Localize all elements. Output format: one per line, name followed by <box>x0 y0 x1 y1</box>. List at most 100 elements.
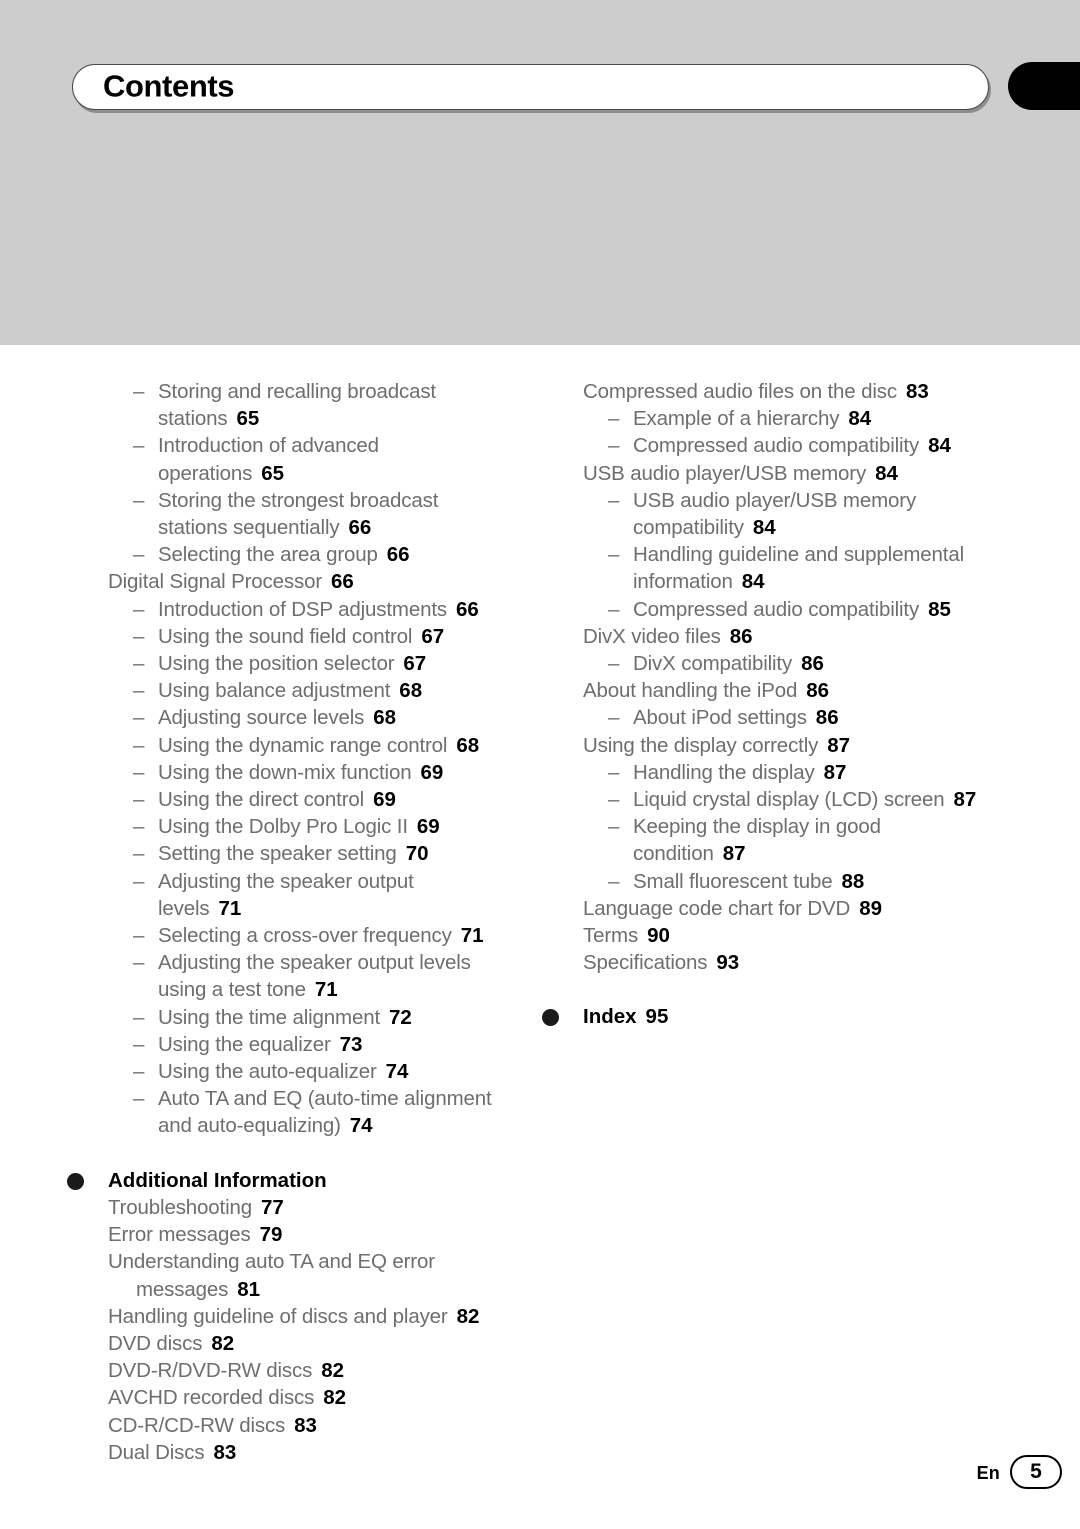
toc-entry-label: Setting the speaker setting <box>158 842 397 866</box>
toc-entry[interactable]: information 84 <box>583 568 1013 595</box>
toc-entry-page-number: 71 <box>460 924 484 948</box>
toc-entry[interactable]: CD-R/CD-RW discs 83 <box>108 1412 528 1439</box>
toc-entry[interactable]: – Adjusting the speaker output <box>108 868 528 895</box>
toc-entry[interactable]: – Introduction of advanced <box>108 432 528 459</box>
toc-entry-page-number: 82 <box>321 1359 345 1383</box>
toc-entry[interactable]: Specifications 93 <box>583 949 1013 976</box>
toc-entry-label: Liquid crystal display (LCD) screen <box>633 788 945 812</box>
toc-entry-label: Digital Signal Processor <box>108 570 323 594</box>
toc-entry[interactable]: – Liquid crystal display (LCD) screen 87 <box>583 786 1013 813</box>
toc-entry[interactable]: Compressed audio files on the disc 83 <box>583 378 1013 405</box>
toc-entry-page-number: 84 <box>848 407 872 431</box>
toc-entry-label: Keeping the display in good <box>633 815 881 839</box>
toc-entry[interactable]: – Adjusting source levels 68 <box>108 704 528 731</box>
dash-icon: – <box>608 652 620 676</box>
toc-entry-page-number: 83 <box>905 380 929 403</box>
toc-entry-label: Example of a hierarchy <box>633 407 840 431</box>
toc-entry[interactable]: AVCHD recorded discs 82 <box>108 1384 528 1411</box>
toc-entry[interactable]: – Small fluorescent tube 88 <box>583 868 1013 895</box>
toc-entry[interactable]: – Handling guideline and supplemental <box>583 541 1013 568</box>
toc-entry[interactable]: messages 81 <box>108 1276 528 1303</box>
toc-entry-label: and auto-equalizing) <box>158 1114 341 1138</box>
toc-entry[interactable]: stations 65 <box>108 405 528 432</box>
toc-entry[interactable]: – Compressed audio compatibility 84 <box>583 432 1013 459</box>
toc-entry[interactable]: DVD-R/DVD-RW discs 82 <box>108 1357 528 1384</box>
toc-entry[interactable]: and auto-equalizing) 74 <box>108 1112 528 1139</box>
toc-entry-label: Language code chart for DVD <box>583 896 851 920</box>
toc-entry[interactable]: – Selecting a cross-over frequency 71 <box>108 922 528 949</box>
dash-icon: – <box>133 679 145 703</box>
dash-icon: – <box>608 815 620 839</box>
toc-entry[interactable]: compatibility 84 <box>583 514 1013 541</box>
toc-entry[interactable]: – Compressed audio compatibility 85 <box>583 596 1013 623</box>
toc-entry[interactable]: – Using the equalizer 73 <box>108 1031 528 1058</box>
toc-entry-label: USB audio player/USB memory <box>583 461 867 485</box>
dash-icon: – <box>133 706 145 730</box>
toc-entry-page-number: 84 <box>928 434 951 458</box>
toc-entry[interactable]: Using the display correctly 87 <box>583 732 1013 759</box>
toc-entry-page-number: 82 <box>211 1331 235 1355</box>
toc-entry-label: About iPod settings <box>633 706 807 730</box>
toc-entry-label: Using the down-mix function <box>158 760 412 784</box>
toc-entry[interactable]: – Using the auto-equalizer 74 <box>108 1058 528 1085</box>
toc-entry[interactable]: USB audio player/USB memory 84 <box>583 460 1013 487</box>
toc-entry-label: Using the display correctly <box>583 733 819 757</box>
toc-entry[interactable]: – USB audio player/USB memory <box>583 487 1013 514</box>
toc-entry[interactable]: About handling the iPod 86 <box>583 677 1013 704</box>
toc-entry[interactable]: – Selecting the area group 66 <box>108 541 528 568</box>
toc-entry[interactable]: – Introduction of DSP adjustments 66 <box>108 596 528 623</box>
toc-entry[interactable]: – Using the down-mix function 69 <box>108 759 528 786</box>
toc-entry[interactable]: stations sequentially 66 <box>108 514 528 541</box>
toc-entry[interactable]: Troubleshooting 77 <box>108 1194 528 1221</box>
toc-entry[interactable]: Language code chart for DVD 89 <box>583 895 1013 922</box>
dash-icon: – <box>133 488 145 512</box>
toc-entry-page-number: 86 <box>806 679 830 703</box>
toc-entry[interactable]: – DivX compatibility 86 <box>583 650 1013 677</box>
section-heading-additional-information: Additional Information <box>67 1167 528 1194</box>
toc-entry[interactable]: – Using balance adjustment 68 <box>108 677 528 704</box>
toc-entry[interactable]: – Example of a hierarchy 84 <box>583 405 1013 432</box>
toc-entry[interactable]: – Using the Dolby Pro Logic II 69 <box>108 813 528 840</box>
toc-entry[interactable]: Handling guideline of discs and player 82 <box>108 1303 528 1330</box>
toc-entry-label: About handling the iPod <box>583 679 798 703</box>
toc-entry[interactable]: Error messages 79 <box>108 1221 528 1248</box>
toc-entry[interactable]: Terms 90 <box>583 922 1013 949</box>
toc-entry-page-number: 66 <box>348 516 372 540</box>
toc-entry[interactable]: – Using the position selector 67 <box>108 650 528 677</box>
toc-entry[interactable]: – Adjusting the speaker output levels <box>108 949 528 976</box>
toc-entry[interactable]: – Storing and recalling broadcast <box>108 378 528 405</box>
dash-icon: – <box>608 788 620 812</box>
toc-entry[interactable]: – About iPod settings 86 <box>583 704 1013 731</box>
dash-icon: – <box>608 488 620 512</box>
toc-entry[interactable]: condition 87 <box>583 840 1013 867</box>
dash-icon: – <box>133 924 145 948</box>
toc-entry[interactable]: Understanding auto TA and EQ error <box>108 1248 528 1275</box>
toc-entry[interactable]: – Handling the display 87 <box>583 759 1013 786</box>
toc-entry[interactable]: – Keeping the display in good <box>583 813 1013 840</box>
toc-entry[interactable]: Digital Signal Processor 66 <box>108 568 528 595</box>
toc-entry[interactable]: using a test tone 71 <box>108 976 528 1003</box>
toc-entry[interactable]: – Using the direct control 69 <box>108 786 528 813</box>
toc-entry[interactable]: DivX video files 86 <box>583 623 1013 650</box>
toc-entry[interactable]: DVD discs 82 <box>108 1330 528 1357</box>
toc-entry[interactable]: – Storing the strongest broadcast <box>108 487 528 514</box>
toc-entry-label: Terms <box>583 924 639 948</box>
toc-entry[interactable]: – Using the time alignment 72 <box>108 1004 528 1031</box>
toc-entry[interactable]: levels 71 <box>108 895 528 922</box>
toc-entry[interactable]: – Auto TA and EQ (auto-time alignment <box>108 1085 528 1112</box>
toc-entry-label: DivX compatibility <box>633 652 793 676</box>
toc-entry-label: stations sequentially <box>158 516 340 540</box>
footer-language-code: En <box>976 1463 1000 1483</box>
toc-entry[interactable]: – Setting the speaker setting 70 <box>108 840 528 867</box>
toc-entry-page-number: 66 <box>331 570 354 594</box>
toc-entry[interactable]: – Using the sound field control 67 <box>108 623 528 650</box>
toc-list-left: – Storing and recalling broadcast stations… <box>108 378 528 1140</box>
toc-entry-page-number: 87 <box>823 760 847 784</box>
toc-entry[interactable]: operations 65 <box>108 460 528 487</box>
toc-entry-label: Adjusting the speaker output <box>158 869 414 893</box>
dash-icon: – <box>133 842 145 866</box>
toc-entry-page-number: 86 <box>815 706 839 730</box>
toc-entry[interactable]: – Using the dynamic range control 68 <box>108 732 528 759</box>
toc-entry-label: Introduction of advanced <box>158 434 379 458</box>
toc-entry-label: Using balance adjustment <box>158 679 391 703</box>
